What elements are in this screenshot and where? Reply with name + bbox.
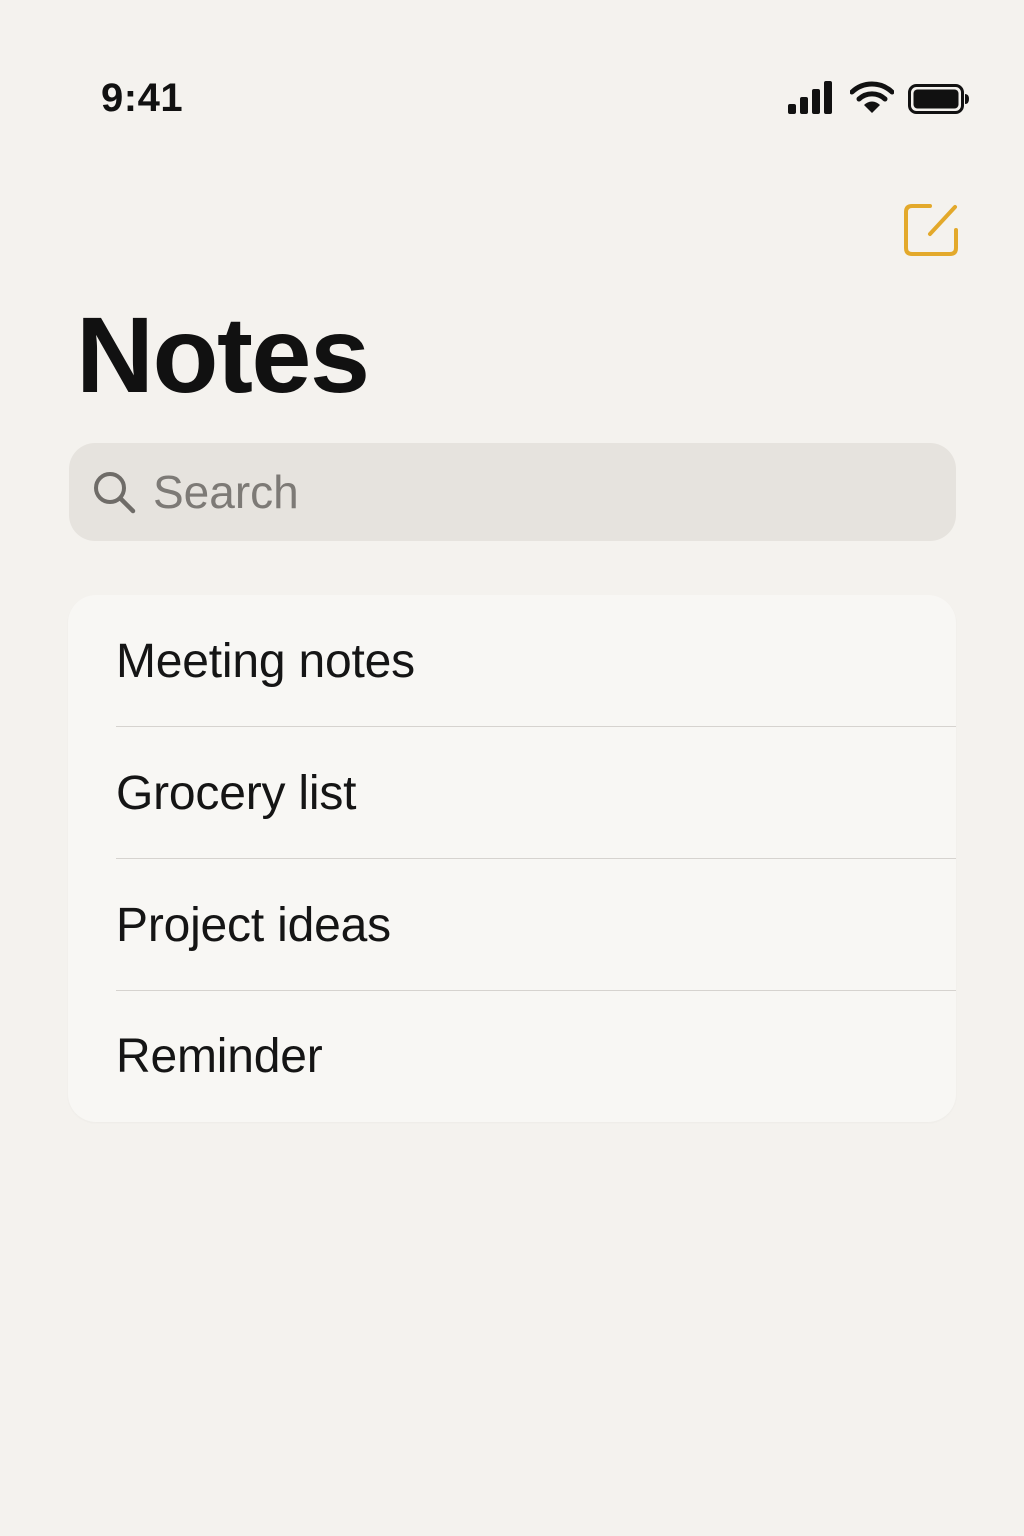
list-item[interactable]: Meeting notes [68,595,956,727]
note-title: Grocery list [116,766,357,820]
search-icon [91,469,137,515]
compose-icon [900,200,962,260]
battery-icon [908,84,970,114]
search-bar[interactable] [69,443,956,541]
note-title: Meeting notes [116,634,415,688]
cellular-signal-icon [788,80,836,114]
status-icons [788,80,970,114]
list-item[interactable]: Grocery list [68,727,956,859]
wifi-icon [850,80,894,114]
note-title: Project ideas [116,898,391,952]
page-title: Notes [76,294,370,415]
notes-list: Meeting notes Grocery list Project ideas… [68,595,956,1122]
compose-button[interactable] [900,200,962,260]
list-item[interactable]: Reminder [68,991,956,1122]
search-input[interactable] [153,457,933,527]
list-item[interactable]: Project ideas [68,859,956,991]
status-time: 9:41 [101,76,184,120]
note-title: Reminder [116,1030,323,1083]
status-bar: 9:41 [0,0,1024,150]
